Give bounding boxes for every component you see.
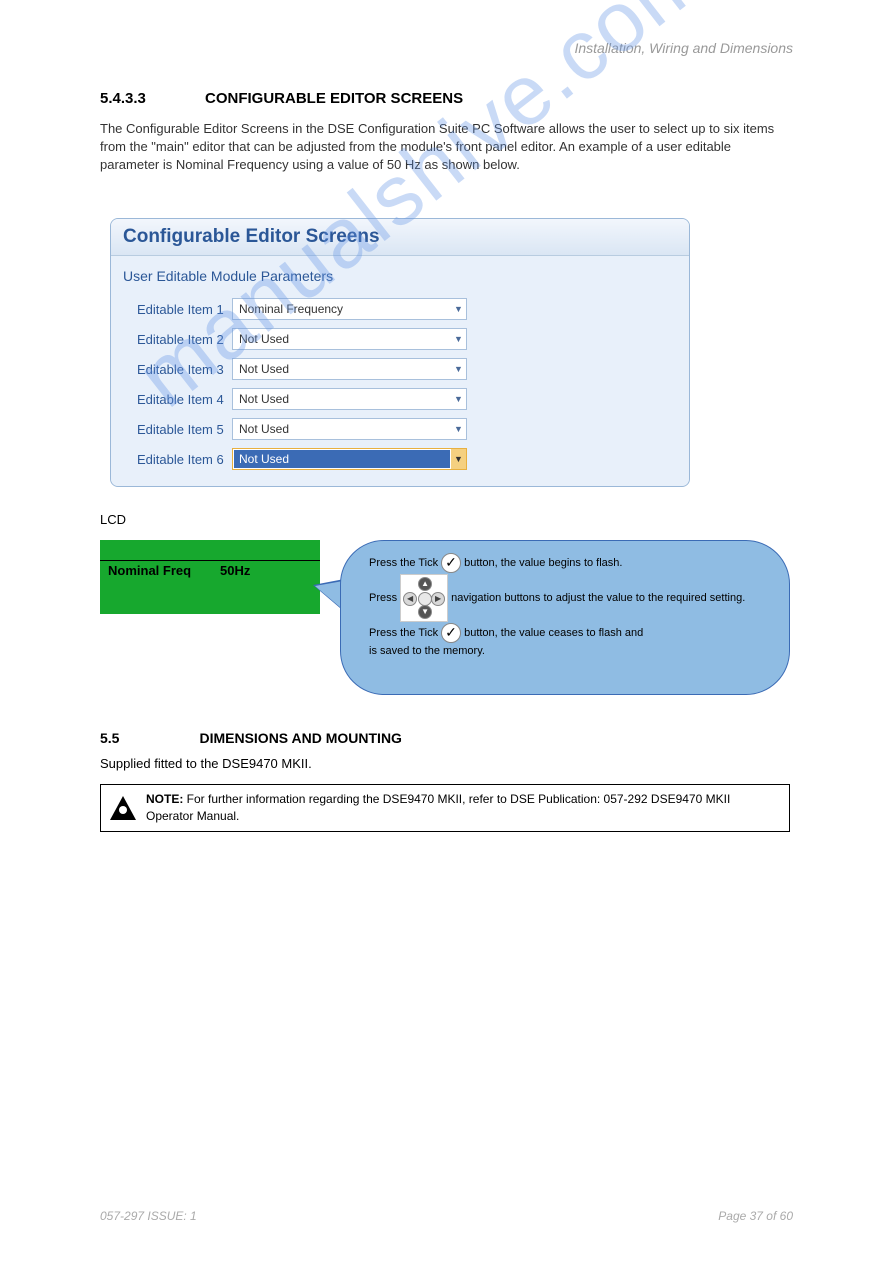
item-label-1: Editable Item 1: [137, 302, 232, 317]
item-row-6: Editable Item 6 Not Used ▼: [119, 444, 681, 474]
panel-title: Configurable Editor Screens: [111, 219, 689, 256]
item-row-1: Editable Item 1 Nominal Frequency ▼: [119, 294, 681, 324]
warning-triangle-icon: [110, 796, 136, 820]
item-label-5: Editable Item 5: [137, 422, 232, 437]
callout-text-2a: Press: [369, 591, 397, 605]
warning-text: NOTE: For further information regarding …: [146, 791, 780, 825]
footer-right: Page 37 of 60: [718, 1209, 793, 1223]
page-footer: 057-297 ISSUE: 1 Page 37 of 60: [100, 1209, 793, 1223]
footer-left: 057-297 ISSUE: 1: [100, 1209, 197, 1223]
dropdown-2[interactable]: Not Used ▼: [232, 328, 467, 350]
dropdown-value-6: Not Used: [234, 450, 450, 468]
item-row-5: Editable Item 5 Not Used ▼: [119, 414, 681, 444]
tick-icon: [441, 553, 461, 573]
panel-subtitle: User Editable Module Parameters: [119, 262, 681, 294]
chevron-down-icon: ▼: [451, 394, 466, 404]
page-header: Installation, Wiring and Dimensions: [574, 40, 793, 56]
lcd-display: Nominal Freq 50Hz: [100, 540, 320, 614]
callout-text-4: is saved to the memory.: [369, 644, 485, 658]
chevron-down-icon: ▼: [451, 424, 466, 434]
lcd-row: Nominal Freq 50Hz: [100, 560, 320, 580]
dropdown-value-3: Not Used: [233, 362, 451, 376]
dpad-right-icon: ▶: [431, 592, 445, 606]
callout-text-2b: navigation buttons to adjust the value t…: [451, 591, 745, 605]
callout-text-3b: button, the value ceases to flash and: [464, 626, 643, 640]
dropdown-6[interactable]: Not Used ▼: [232, 448, 467, 470]
dropdown-value-2: Not Used: [233, 332, 451, 346]
dropdown-5[interactable]: Not Used ▼: [232, 418, 467, 440]
lcd-label: LCD: [100, 512, 126, 527]
warning-body: For further information regarding the DS…: [146, 792, 730, 823]
dropdown-value-5: Not Used: [233, 422, 451, 436]
section-title: CONFIGURABLE EDITOR SCREENS: [205, 90, 463, 107]
dpad-icon: ▲ ▼ ◀ ▶: [400, 574, 448, 622]
lcd-row-value: 50Hz: [220, 563, 250, 578]
callout-content: Press the Tick button, the value begins …: [341, 541, 789, 671]
section-intro: The Configurable Editor Screens in the D…: [100, 120, 780, 175]
callout-bubble: Press the Tick button, the value begins …: [340, 540, 790, 695]
dimensions-number: 5.5: [100, 730, 119, 746]
dpad-up-icon: ▲: [418, 577, 432, 591]
item-label-4: Editable Item 4: [137, 392, 232, 407]
callout-text-3a: Press the Tick: [369, 626, 438, 640]
item-label-6: Editable Item 6: [137, 452, 232, 467]
dropdown-4[interactable]: Not Used ▼: [232, 388, 467, 410]
chevron-down-icon: ▼: [451, 334, 466, 344]
chevron-down-icon: ▼: [451, 304, 466, 314]
dimensions-section: 5.5 DIMENSIONS AND MOUNTING Supplied fit…: [100, 730, 780, 771]
dimensions-title: DIMENSIONS AND MOUNTING: [199, 730, 401, 746]
item-row-4: Editable Item 4 Not Used ▼: [119, 384, 681, 414]
config-panel: Configurable Editor Screens User Editabl…: [110, 218, 690, 487]
tick-icon: [441, 623, 461, 643]
dropdown-value-4: Not Used: [233, 392, 451, 406]
panel-body: User Editable Module Parameters Editable…: [111, 256, 689, 486]
dropdown-value-1: Nominal Frequency: [233, 302, 451, 316]
dropdown-3[interactable]: Not Used ▼: [232, 358, 467, 380]
chevron-down-icon: ▼: [451, 449, 466, 469]
section-number: 5.4.3.3: [100, 90, 146, 107]
dimensions-text: Supplied fitted to the DSE9470 MKII.: [100, 756, 780, 771]
warning-note-box: NOTE: For further information regarding …: [100, 784, 790, 832]
warning-prefix: NOTE:: [146, 792, 187, 806]
callout-text-1b: button, the value begins to flash.: [464, 556, 622, 570]
dpad-down-icon: ▼: [418, 605, 432, 619]
item-label-3: Editable Item 3: [137, 362, 232, 377]
item-row-3: Editable Item 3 Not Used ▼: [119, 354, 681, 384]
dpad-left-icon: ◀: [403, 592, 417, 606]
lcd-row-title: Nominal Freq: [108, 563, 191, 578]
callout-text-1a: Press the Tick: [369, 556, 438, 570]
item-label-2: Editable Item 2: [137, 332, 232, 347]
chevron-down-icon: ▼: [451, 364, 466, 374]
dpad-center-icon: [418, 592, 432, 606]
item-row-2: Editable Item 2 Not Used ▼: [119, 324, 681, 354]
dropdown-1[interactable]: Nominal Frequency ▼: [232, 298, 467, 320]
